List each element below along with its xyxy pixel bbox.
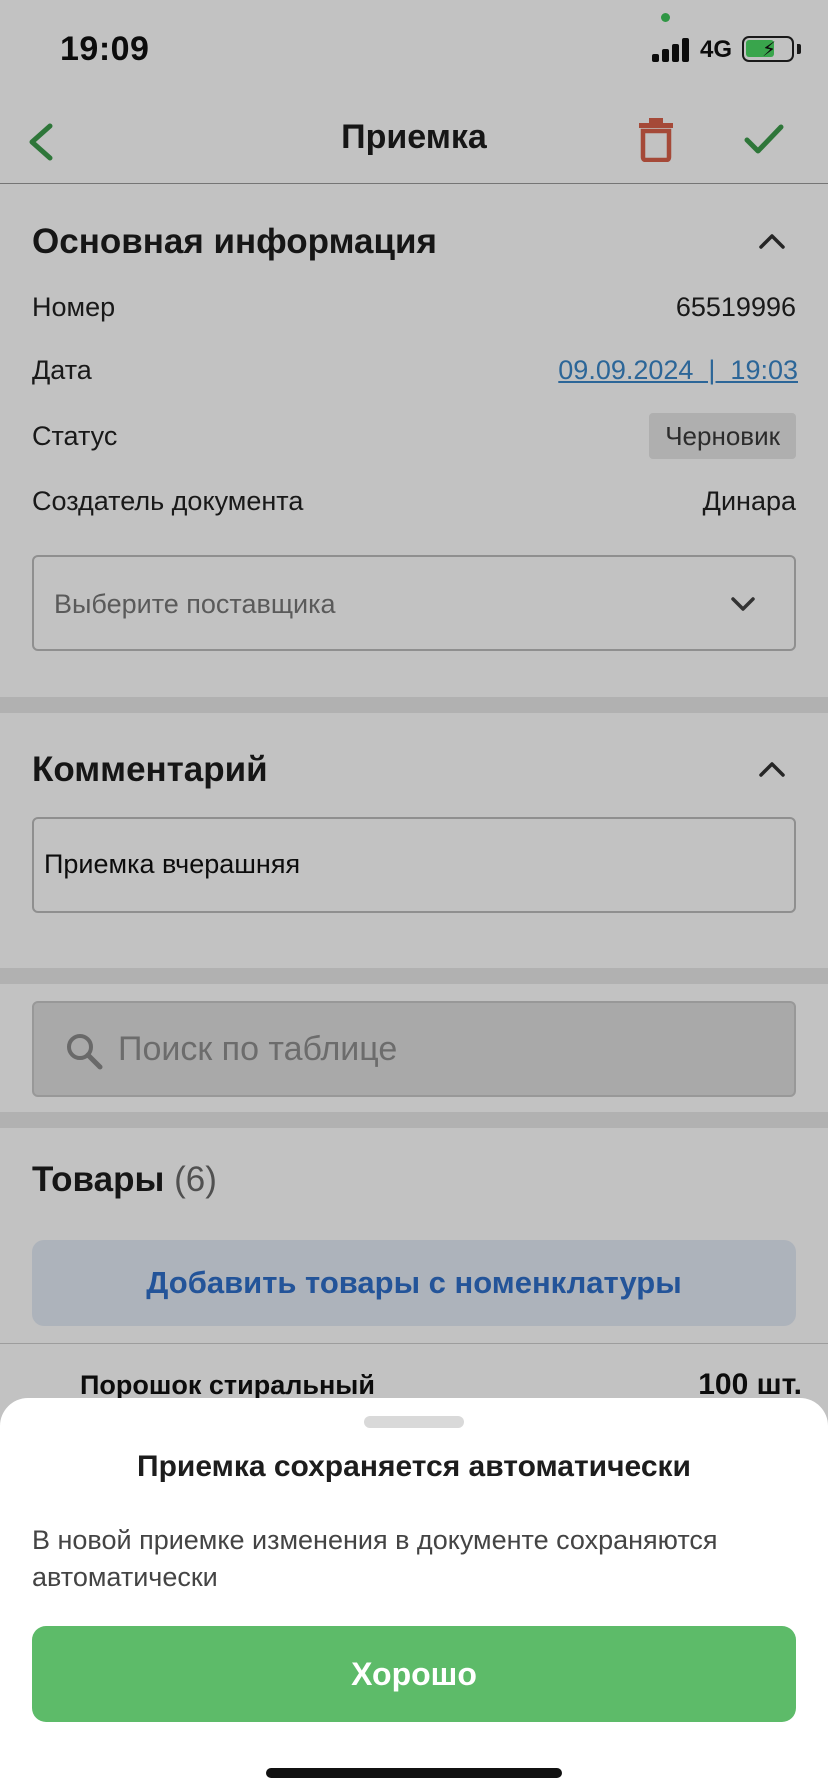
- bottom-sheet: Приемка сохраняется автоматически В ново…: [0, 1398, 828, 1792]
- ok-button[interactable]: Хорошо: [32, 1626, 796, 1722]
- sheet-title: Приемка сохраняется автоматически: [137, 1450, 691, 1483]
- sheet-grabber[interactable]: [364, 1416, 464, 1428]
- home-indicator: [266, 1768, 562, 1778]
- sheet-message: В новой приемке изменения в документе со…: [32, 1525, 718, 1592]
- screen: 19:09 4G ⚡ Приемка Основная информация Н…: [0, 0, 828, 1792]
